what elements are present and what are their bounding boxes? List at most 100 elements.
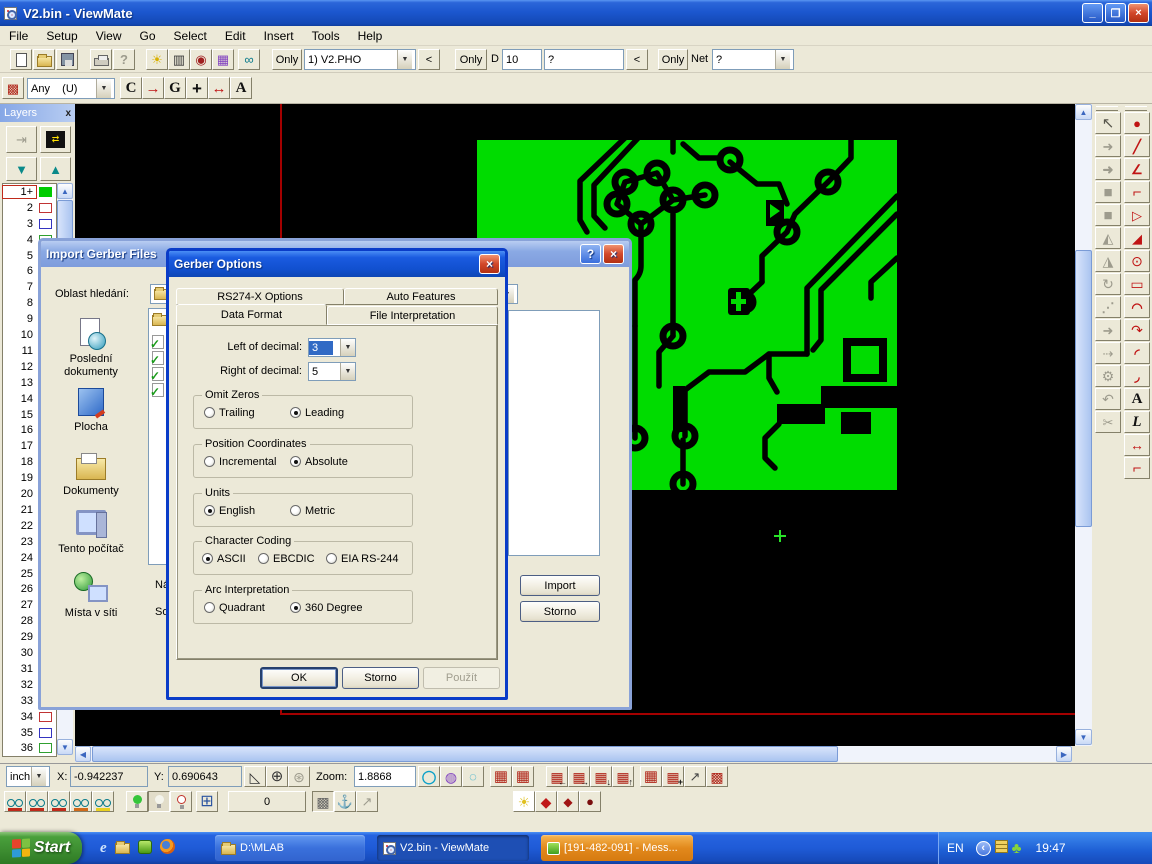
right-decimal-combobox[interactable]: 5 ▼ <box>308 362 356 381</box>
app-titlebar[interactable]: V2.bin - ViewMate _ ❐ × <box>0 0 1152 26</box>
draw-text-button[interactable]: A <box>1124 388 1150 410</box>
radio-trailing[interactable] <box>204 407 215 418</box>
draw-label-button[interactable]: L <box>1124 411 1150 433</box>
import-button[interactable]: Import <box>520 575 600 596</box>
glasses-yellow-button[interactable] <box>92 791 114 812</box>
zoom-button[interactable]: ◯ <box>418 766 440 787</box>
pan-right-button[interactable]: ▦→ <box>568 766 590 787</box>
prev-dcode-button[interactable]: < <box>626 49 648 70</box>
draw-corner2-button[interactable]: ⌐ <box>1124 457 1150 479</box>
select-dots-button[interactable]: ▩ <box>706 766 728 787</box>
vscroll-thumb[interactable] <box>1075 250 1092 527</box>
scroll-left-icon[interactable]: ◀ <box>75 746 91 762</box>
radio-label[interactable]: EIA RS-244 <box>341 553 398 565</box>
layer-color-swatch[interactable] <box>39 203 52 213</box>
clock[interactable]: 19:47 <box>1036 841 1066 855</box>
radio-label[interactable]: Quadrant <box>219 602 265 614</box>
place-recent[interactable]: Poslední dokumenty <box>45 353 137 379</box>
radio-label[interactable]: Trailing <box>219 407 255 419</box>
file-list-item[interactable] <box>152 312 167 329</box>
layers-dock-button[interactable]: ⇥ <box>6 126 37 153</box>
diamond-red2-button[interactable]: ◆ <box>557 791 579 812</box>
storno-button[interactable]: Storno <box>342 667 419 689</box>
move-dcode-button[interactable]: ➜ <box>1095 135 1121 157</box>
draw-dimension-button[interactable]: ↔ <box>1124 434 1150 456</box>
scroll-down-icon[interactable]: ▼ <box>1075 729 1092 745</box>
pan-down-button[interactable]: ▦↓ <box>590 766 612 787</box>
place-docs[interactable]: Dokumenty <box>45 485 137 498</box>
A-button[interactable]: A <box>230 77 252 99</box>
layers-scroll-down-icon[interactable]: ▼ <box>57 739 73 755</box>
start-button[interactable]: Start <box>0 832 82 864</box>
canvas-vscrollbar[interactable]: ▲ ▼ <box>1075 104 1092 746</box>
chevron-down-icon[interactable]: ▼ <box>775 50 790 69</box>
chevron-down-icon[interactable]: ▼ <box>397 50 412 69</box>
draw-polyline-button[interactable]: ∠ <box>1124 158 1150 180</box>
diamond-red-button[interactable]: ◆ <box>535 791 557 812</box>
move-dcodes-button[interactable]: ➜ <box>1095 158 1121 180</box>
unit-combobox[interactable]: inch ▼ <box>6 766 50 787</box>
settings-button[interactable]: ⚙ <box>1095 365 1121 387</box>
draw-arc-right-button[interactable]: ◞ <box>1124 365 1150 387</box>
square-button[interactable]: ■ <box>1095 181 1121 203</box>
tab-auto-features[interactable]: Auto Features <box>344 288 498 305</box>
x-coordinate-field[interactable]: -0.942237 <box>70 766 148 787</box>
layers-order-button[interactable]: ⇄ <box>40 126 71 153</box>
step-dots-button[interactable]: ⇢ <box>1095 342 1121 364</box>
plus-button[interactable]: + <box>186 77 208 99</box>
radio-label[interactable]: Incremental <box>219 456 276 468</box>
toolbar-grip[interactable] <box>1125 106 1147 111</box>
angle-button[interactable]: ◺ <box>244 766 266 787</box>
grid-a-button[interactable]: ▦ <box>640 766 662 787</box>
place-computer[interactable]: Tento počítač <box>45 543 137 556</box>
pointer-button[interactable]: ↖ <box>1095 112 1121 134</box>
apply-button[interactable]: Použít <box>423 667 500 689</box>
menu-insert[interactable]: Insert <box>255 27 303 45</box>
print-button[interactable] <box>90 49 112 70</box>
draw-corner-button[interactable]: ⌐ <box>1124 181 1150 203</box>
menu-setup[interactable]: Setup <box>37 27 86 45</box>
tray-chevron[interactable]: ‹ <box>976 841 991 856</box>
radio-leading[interactable] <box>290 407 301 418</box>
file-list-item[interactable] <box>152 351 164 368</box>
zoom-dash-button[interactable]: ◌ <box>462 766 484 787</box>
help-icon[interactable]: ? <box>580 244 601 264</box>
only-dcode-button[interactable]: Only <box>455 49 487 70</box>
gerber-options-dialog[interactable]: Gerber Options × RS274-X Options Auto Fe… <box>166 248 508 700</box>
menu-help[interactable]: Help <box>349 27 392 45</box>
bulb-green-button[interactable] <box>126 791 148 812</box>
file-list-item[interactable] <box>152 367 164 384</box>
move-step-button[interactable]: ➜ <box>1095 319 1121 341</box>
film-colors-button[interactable]: ▦ <box>212 49 234 70</box>
layer-color-swatch[interactable] <box>39 219 52 229</box>
menu-select[interactable]: Select <box>165 27 216 45</box>
draw-circle-button[interactable]: ⊙ <box>1124 250 1150 272</box>
undo-shape-button[interactable]: ↶ <box>1095 388 1121 410</box>
draw-arc-rot-button[interactable]: ↷ <box>1124 319 1150 341</box>
cancel-button[interactable]: Storno <box>520 601 600 622</box>
origin-button[interactable]: ⊕ <box>266 766 288 787</box>
mirror-v-button[interactable]: ◭ <box>1095 227 1121 249</box>
close-icon[interactable]: × <box>603 244 624 264</box>
radio-label[interactable]: Leading <box>305 407 344 419</box>
glasses-shape-button[interactable] <box>48 791 70 812</box>
radio-360-degree[interactable] <box>290 602 301 613</box>
quicklaunch-ie[interactable]: e <box>100 840 107 857</box>
arrow-right-button[interactable]: → <box>142 77 164 99</box>
radio-label[interactable]: Absolute <box>305 456 348 468</box>
layer-row-36[interactable]: 36 <box>3 741 56 757</box>
glasses-dotline-button[interactable] <box>70 791 92 812</box>
resize-button[interactable]: ↗ <box>684 766 706 787</box>
tray-notes[interactable] <box>995 840 1008 856</box>
zoom-input[interactable]: 1.8868 <box>354 766 416 787</box>
grid-red-button[interactable]: ▦ <box>512 766 534 787</box>
tray-flower[interactable]: ♣ <box>1012 841 1022 856</box>
menu-go[interactable]: Go <box>131 27 165 45</box>
square2-button[interactable]: ■ <box>1095 204 1121 226</box>
scroll-up-icon[interactable]: ▲ <box>1075 104 1092 120</box>
gerber-dialog-titlebar[interactable]: Gerber Options × <box>169 251 505 277</box>
C-button[interactable]: C <box>120 77 142 99</box>
menu-file[interactable]: File <box>0 27 37 45</box>
dot-darkred-button[interactable]: ● <box>579 791 601 812</box>
draw-rect-button[interactable]: ▭ <box>1124 273 1150 295</box>
